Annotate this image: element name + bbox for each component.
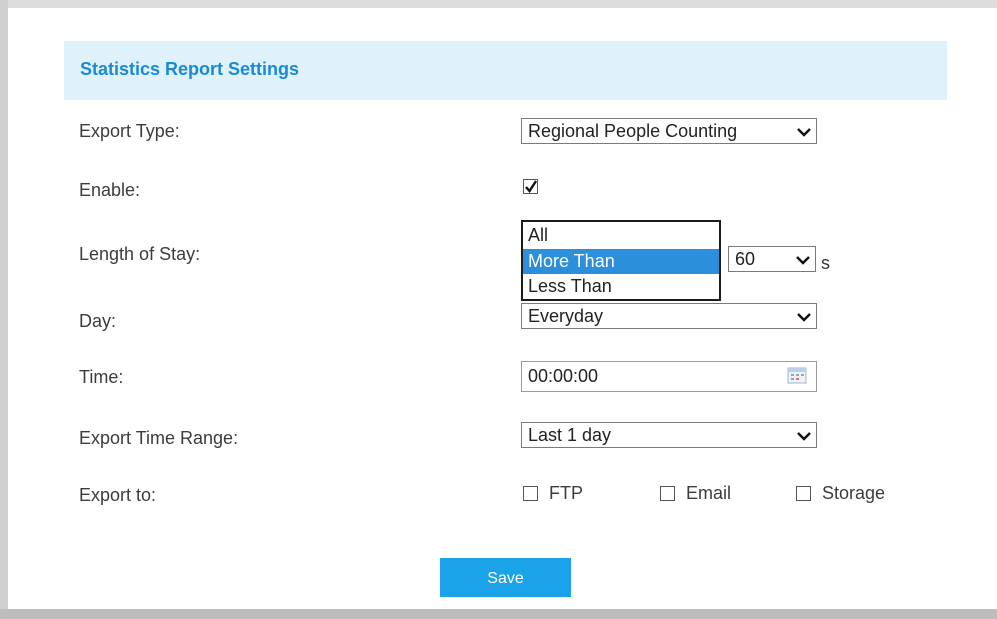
export-time-range-select[interactable]: Last 1 day: [521, 422, 817, 448]
export-to-label: Export to:: [79, 485, 157, 505]
storage-label: Storage: [822, 483, 886, 503]
day-value: Everyday: [528, 306, 604, 326]
checkmark-icon: [523, 179, 538, 194]
window-top-border: [0, 0, 997, 8]
day-select[interactable]: Everyday: [521, 303, 817, 329]
enable-checkbox[interactable]: [523, 179, 538, 194]
export-type-value: Regional People Counting: [528, 121, 738, 141]
option-less-than[interactable]: Less Than: [523, 274, 719, 299]
export-time-range-value: Last 1 day: [528, 425, 612, 445]
save-button[interactable]: Save: [440, 558, 571, 597]
chevron-down-icon: [796, 256, 810, 265]
calendar-icon[interactable]: [787, 366, 807, 384]
chevron-down-icon: [797, 128, 811, 137]
email-label: Email: [686, 483, 732, 503]
length-of-stay-label: Length of Stay:: [79, 244, 201, 264]
panel-header: Statistics Report Settings: [64, 41, 947, 100]
time-value: 00:00:00: [528, 366, 599, 386]
window-bottom-border: [0, 609, 997, 619]
export-type-select[interactable]: Regional People Counting: [521, 118, 817, 144]
length-of-stay-dropdown-list[interactable]: All More Than Less Than: [521, 220, 721, 301]
chevron-down-icon: [797, 432, 811, 441]
enable-label: Enable:: [79, 180, 141, 200]
window-left-border: [0, 0, 8, 619]
seconds-value: 60: [735, 249, 756, 269]
storage-checkbox[interactable]: [796, 486, 811, 501]
ftp-label: FTP: [549, 483, 583, 503]
time-input[interactable]: 00:00:00: [521, 361, 817, 392]
option-all[interactable]: All: [523, 224, 719, 246]
option-more-than[interactable]: More Than: [523, 249, 719, 274]
day-label: Day:: [79, 311, 117, 331]
panel-title: Statistics Report Settings: [80, 59, 300, 79]
export-time-range-label: Export Time Range:: [79, 428, 239, 448]
seconds-select[interactable]: 60: [728, 246, 816, 272]
export-type-label: Export Type:: [79, 121, 180, 141]
seconds-unit: s: [821, 253, 830, 273]
time-label: Time:: [79, 367, 124, 387]
email-checkbox[interactable]: [660, 486, 675, 501]
ftp-checkbox[interactable]: [523, 486, 538, 501]
chevron-down-icon: [797, 313, 811, 322]
